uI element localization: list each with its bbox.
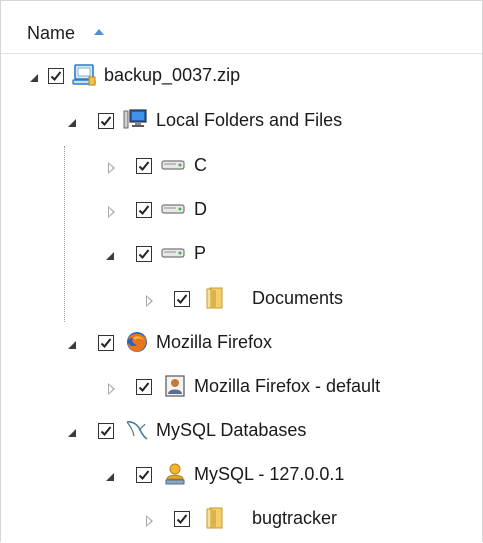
tree-row-firefox-profile[interactable]: Mozilla Firefox - default	[0, 371, 483, 411]
tree-row-documents[interactable]: Documents	[0, 283, 483, 323]
database-server-icon	[162, 462, 188, 486]
tree-item-label: MySQL Databases	[156, 420, 307, 440]
tree-row-mysql-server[interactable]: MySQL - 127.0.0.1	[0, 459, 483, 499]
tree-row-bugtracker[interactable]: bugtracker	[0, 503, 483, 543]
tree-row-drive-c[interactable]: C	[0, 150, 483, 190]
tree-item-label: backup_0037.zip	[104, 65, 241, 85]
drive-icon	[160, 241, 186, 265]
expand-toggle-icon[interactable]	[108, 206, 115, 218]
archive-icon	[72, 63, 98, 87]
item-checkbox[interactable]	[136, 379, 152, 395]
column-header[interactable]: Name	[1, 1, 482, 54]
computer-icon	[122, 108, 148, 132]
tree-item-label: Mozilla Firefox	[156, 332, 273, 352]
tree-row-local-folders[interactable]: Local Folders and Files	[0, 105, 483, 145]
tree-item-label: bugtracker	[252, 508, 338, 528]
tree-item-label: P	[194, 243, 207, 263]
user-profile-icon	[162, 374, 188, 398]
expand-toggle-icon[interactable]	[68, 119, 76, 127]
item-checkbox[interactable]	[98, 113, 114, 129]
expand-toggle-icon[interactable]	[146, 515, 153, 527]
firefox-icon	[124, 330, 150, 354]
tree-row-drive-p[interactable]: P	[0, 238, 483, 278]
tree-row-drive-d[interactable]: D	[0, 194, 483, 234]
item-checkbox[interactable]	[136, 467, 152, 483]
expand-toggle-icon[interactable]	[106, 473, 114, 481]
item-checkbox[interactable]	[136, 202, 152, 218]
mysql-icon	[124, 418, 150, 442]
item-checkbox[interactable]	[174, 291, 190, 307]
item-checkbox[interactable]	[98, 335, 114, 351]
folder-icon	[204, 286, 230, 310]
expand-toggle-icon[interactable]	[68, 429, 76, 437]
item-checkbox[interactable]	[136, 158, 152, 174]
tree-item-label: Documents	[252, 288, 344, 308]
drive-icon	[160, 197, 186, 221]
item-checkbox[interactable]	[98, 423, 114, 439]
tree-item-label: Local Folders and Files	[156, 110, 343, 130]
tree-item-label: C	[194, 155, 207, 175]
tree-row-backup-archive[interactable]: backup_0037.zip	[0, 60, 483, 100]
drive-icon	[160, 153, 186, 177]
tree-row-mysql-databases[interactable]: MySQL Databases	[0, 415, 483, 455]
tree-item-label: D	[194, 199, 207, 219]
sort-ascending-icon	[94, 29, 104, 35]
expand-toggle-icon[interactable]	[106, 252, 114, 260]
tree-item-label: MySQL - 127.0.0.1	[194, 464, 345, 484]
item-checkbox[interactable]	[136, 246, 152, 262]
expand-toggle-icon[interactable]	[30, 74, 38, 82]
tree-item-label: Mozilla Firefox - default	[194, 376, 381, 396]
expand-toggle-icon[interactable]	[68, 341, 76, 349]
column-header-name[interactable]: Name	[27, 23, 75, 44]
tree-row-mozilla-firefox[interactable]: Mozilla Firefox	[0, 327, 483, 367]
expand-toggle-icon[interactable]	[108, 383, 115, 395]
expand-toggle-icon[interactable]	[146, 295, 153, 307]
item-checkbox[interactable]	[174, 511, 190, 527]
expand-toggle-icon[interactable]	[108, 162, 115, 174]
item-checkbox[interactable]	[48, 68, 64, 84]
folder-icon	[204, 506, 230, 530]
